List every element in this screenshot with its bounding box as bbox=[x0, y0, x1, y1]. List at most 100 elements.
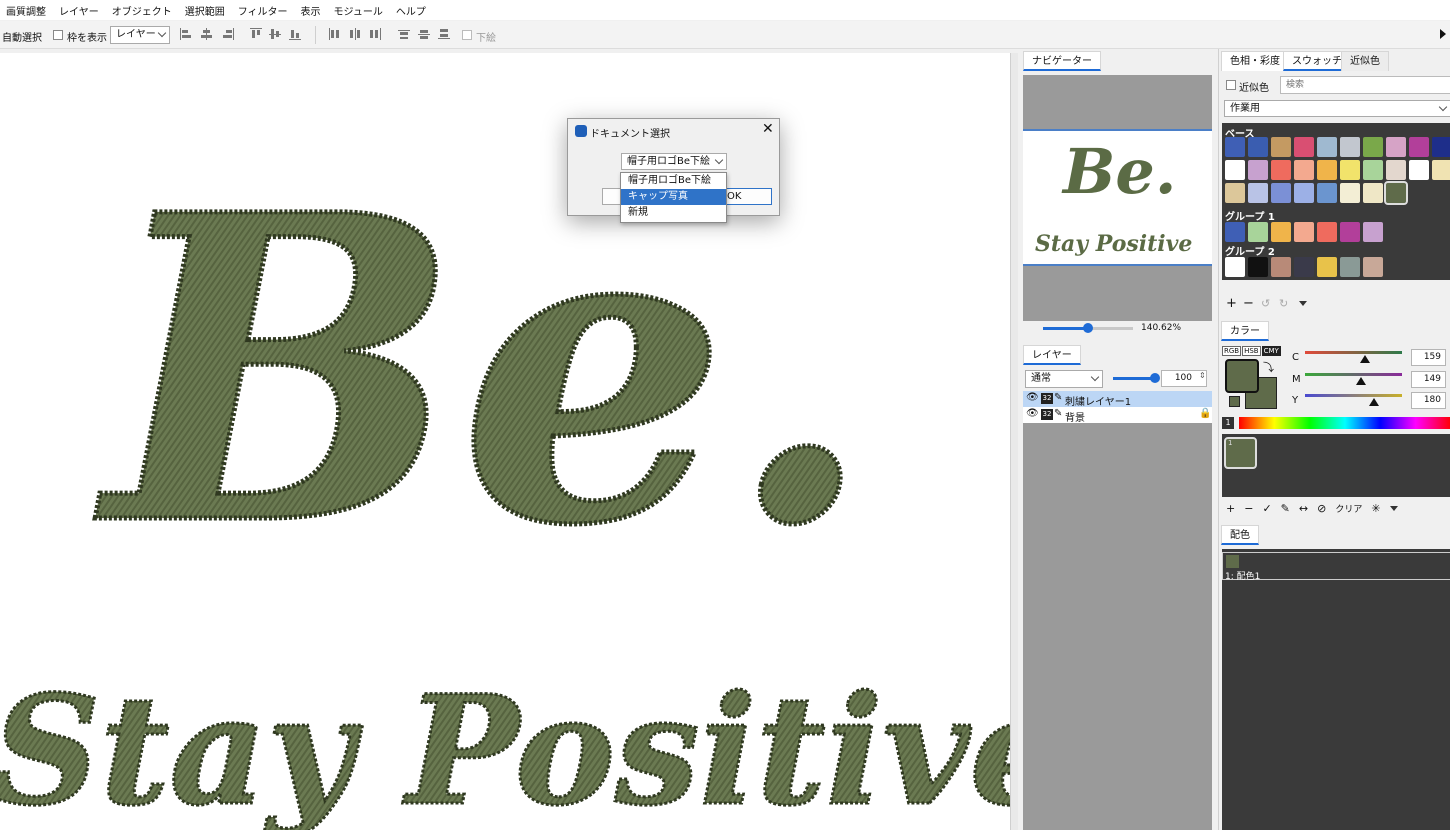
menu-view[interactable]: 表示 bbox=[301, 3, 321, 18]
menu-layer[interactable]: レイヤー bbox=[59, 3, 99, 18]
toolbar-expand-icon[interactable] bbox=[1440, 29, 1446, 39]
tab-approx-color[interactable]: 近似色 bbox=[1341, 51, 1389, 71]
remove-icon[interactable]: − bbox=[1244, 502, 1253, 515]
dropdown-option[interactable]: 帽子用ロゴBe下絵 bbox=[621, 173, 726, 189]
tab-navigator[interactable]: ナビゲーター bbox=[1023, 51, 1101, 71]
color-swatch[interactable] bbox=[1271, 222, 1291, 242]
menu-filter[interactable]: フィルター bbox=[238, 3, 288, 18]
add-icon[interactable]: + bbox=[1226, 296, 1237, 311]
color-swatch[interactable] bbox=[1363, 160, 1383, 180]
color-swatch[interactable] bbox=[1317, 160, 1337, 180]
document-select[interactable]: 帽子用ロゴBe下絵 bbox=[621, 153, 727, 170]
color-swatch[interactable] bbox=[1432, 160, 1450, 180]
color-swatch[interactable] bbox=[1340, 137, 1360, 157]
color-swatch[interactable] bbox=[1317, 222, 1337, 242]
color-swatch[interactable] bbox=[1271, 160, 1291, 180]
bottom-layer-checkbox[interactable] bbox=[462, 30, 472, 40]
undo-icon[interactable]: ↺ bbox=[1261, 297, 1270, 310]
lock-icon[interactable]: 🔒 bbox=[1199, 408, 1211, 419]
color-swatch[interactable] bbox=[1294, 183, 1314, 203]
color-swatch[interactable] bbox=[1271, 257, 1291, 277]
color-swatch[interactable] bbox=[1340, 222, 1360, 242]
menu-object[interactable]: オブジェクト bbox=[112, 3, 172, 18]
color-swatch[interactable] bbox=[1363, 137, 1383, 157]
default-colors-icon[interactable] bbox=[1229, 396, 1240, 407]
color-swatch[interactable] bbox=[1225, 257, 1245, 277]
color-swatch[interactable] bbox=[1294, 137, 1314, 157]
close-icon[interactable]: ✕ bbox=[762, 121, 774, 137]
channel-c-slider[interactable] bbox=[1305, 351, 1402, 354]
zoom-slider-thumb[interactable] bbox=[1083, 323, 1093, 333]
tab-haisyoku[interactable]: 配色 bbox=[1221, 525, 1259, 545]
check-icon[interactable]: ✓ bbox=[1262, 502, 1271, 515]
layer-row-selected[interactable]: 👁 32 ✎ 刺繍レイヤー1 bbox=[1023, 391, 1212, 408]
color-swatch[interactable] bbox=[1271, 137, 1291, 157]
swatch-search-input[interactable] bbox=[1280, 76, 1450, 94]
dropdown-option-highlighted[interactable]: キャップ写真 bbox=[621, 189, 726, 205]
eye-icon[interactable]: 👁 bbox=[1026, 392, 1039, 403]
swatch-set-select[interactable]: 作業用 bbox=[1224, 100, 1450, 117]
tab-color[interactable]: カラー bbox=[1221, 321, 1269, 341]
opacity-stepper-icon[interactable]: ⇕ bbox=[1199, 371, 1206, 380]
channel-c-thumb[interactable] bbox=[1360, 355, 1371, 363]
color-swatch[interactable] bbox=[1317, 257, 1337, 277]
channel-m-input[interactable]: 149 bbox=[1411, 371, 1446, 388]
eye-icon[interactable]: 👁 bbox=[1026, 408, 1039, 419]
remove-icon[interactable]: − bbox=[1243, 296, 1254, 311]
channel-y-thumb[interactable] bbox=[1368, 398, 1379, 406]
distribute-bottom-icon[interactable] bbox=[438, 28, 450, 40]
color-spectrum-bar[interactable] bbox=[1239, 417, 1450, 429]
sparkle-icon[interactable]: ✳ bbox=[1371, 502, 1380, 515]
swap-icon[interactable]: ↔ bbox=[1299, 502, 1308, 515]
show-frame-checkbox[interactable] bbox=[53, 30, 63, 40]
align-middle-v-icon[interactable] bbox=[269, 28, 281, 40]
redo-icon[interactable]: ↻ bbox=[1279, 297, 1288, 310]
color-swatch[interactable] bbox=[1248, 257, 1268, 277]
color-swatch[interactable] bbox=[1317, 183, 1337, 203]
color-mode-hsb[interactable]: HSB bbox=[1242, 346, 1261, 356]
channel-m-thumb[interactable] bbox=[1356, 377, 1367, 385]
color-swatch[interactable] bbox=[1363, 222, 1383, 242]
color-swatch[interactable] bbox=[1294, 160, 1314, 180]
color-swatch[interactable] bbox=[1225, 183, 1245, 203]
channel-c-input[interactable]: 159 bbox=[1411, 349, 1446, 366]
layer-row[interactable]: 👁 32 ✎ 背景 🔒 bbox=[1023, 407, 1212, 424]
canvas-vertical-scrollbar[interactable] bbox=[1010, 53, 1018, 830]
color-swatch[interactable] bbox=[1248, 222, 1268, 242]
align-top-icon[interactable] bbox=[250, 28, 262, 40]
foreground-color-swatch[interactable] bbox=[1225, 359, 1259, 393]
color-swatch[interactable] bbox=[1225, 160, 1245, 180]
channel-y-input[interactable]: 180 bbox=[1411, 392, 1446, 409]
blend-mode-select[interactable]: 通常 bbox=[1025, 370, 1103, 388]
haisyoku-item[interactable]: 1: 配色1 bbox=[1222, 552, 1450, 582]
distribute-left-icon[interactable] bbox=[329, 28, 341, 40]
color-swatch[interactable] bbox=[1363, 257, 1383, 277]
menu-module[interactable]: モジュール bbox=[334, 3, 383, 18]
menu-selection[interactable]: 選択範囲 bbox=[185, 3, 225, 18]
color-swatch[interactable] bbox=[1248, 160, 1268, 180]
channel-m-slider[interactable] bbox=[1305, 373, 1402, 376]
distribute-middle-icon[interactable] bbox=[418, 28, 430, 40]
zoom-slider[interactable] bbox=[1043, 323, 1133, 333]
opacity-slider[interactable] bbox=[1113, 373, 1160, 383]
color-history-swatch[interactable]: 1 bbox=[1224, 437, 1257, 469]
color-mode-rgb[interactable]: RGB bbox=[1222, 346, 1242, 356]
approx-color-checkbox[interactable] bbox=[1226, 80, 1236, 90]
swap-colors-icon[interactable]: ⤵ bbox=[1263, 359, 1274, 375]
color-swatch[interactable] bbox=[1409, 160, 1429, 180]
color-swatch[interactable] bbox=[1384, 181, 1408, 205]
color-mode-cmy[interactable]: CMY bbox=[1261, 346, 1281, 356]
target-select[interactable]: レイヤー bbox=[110, 26, 170, 44]
color-swatch[interactable] bbox=[1225, 137, 1245, 157]
color-swatch[interactable] bbox=[1340, 183, 1360, 203]
forbidden-icon[interactable]: ⊘ bbox=[1317, 502, 1326, 515]
menu-help[interactable]: ヘルプ bbox=[396, 3, 426, 18]
clear-button[interactable]: クリア bbox=[1335, 502, 1362, 515]
color-swatch[interactable] bbox=[1409, 137, 1429, 157]
menu-image-adjust[interactable]: 画質調整 bbox=[6, 3, 46, 18]
tab-layers[interactable]: レイヤー bbox=[1023, 345, 1081, 365]
color-swatch[interactable] bbox=[1294, 222, 1314, 242]
align-right-icon[interactable] bbox=[222, 28, 234, 40]
channel-y-slider[interactable] bbox=[1305, 394, 1402, 397]
color-swatch[interactable] bbox=[1432, 137, 1450, 157]
